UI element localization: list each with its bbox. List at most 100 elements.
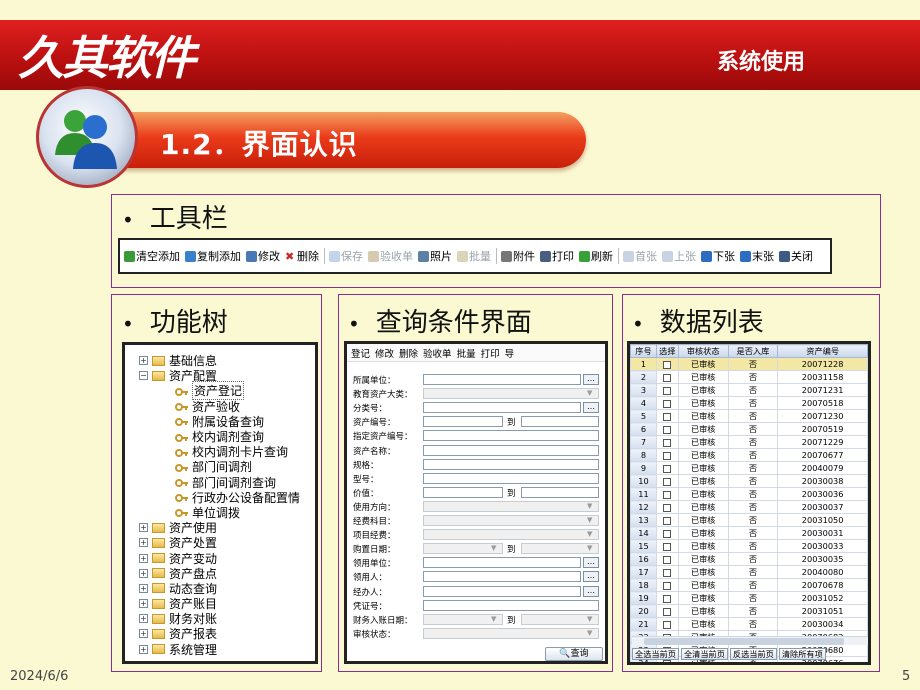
tree-node[interactable]: + 系统管理 [125,642,315,657]
row-checkbox[interactable] [663,568,672,577]
toolbar-save-button[interactable]: 保存 [329,248,363,264]
grid-column-header[interactable]: 选择 [655,344,679,358]
tree-node[interactable]: + 资产处置 [125,535,315,550]
tree-node[interactable]: + 财务对账 [125,611,315,626]
toolbar-print-button[interactable]: 打印 [540,248,574,264]
query-input[interactable] [423,402,581,414]
grid-action-button[interactable]: 全选当前页 [632,648,679,660]
table-row[interactable]: 15 已审核否 20030033 [630,539,868,553]
grid-column-header[interactable]: 审核状态 [677,344,729,358]
row-checkbox[interactable] [663,477,672,486]
table-row[interactable]: 3 已审核否 20071231 [630,383,868,397]
row-checkbox[interactable] [663,425,672,434]
table-row[interactable]: 11 已审核否 20030036 [630,487,868,501]
toolbar-receipt-button[interactable]: 验收单 [368,248,413,264]
lookup-button[interactable]: … [583,402,599,414]
toolbar-edit-button[interactable]: 修改 [246,248,280,264]
toolbar-last-button[interactable]: 末张 [740,248,774,264]
tree-node[interactable]: + 资产报表 [125,626,315,641]
row-checkbox[interactable] [663,373,672,382]
toolbar-first-button[interactable]: 首张 [623,248,657,264]
query-toolbar-button[interactable]: 批量 [457,346,476,360]
expand-icon[interactable]: + [139,583,148,593]
tree-leaf[interactable]: 校内调剂卡片查询 [125,444,315,459]
tree-leaf[interactable]: 部门间调剂 [125,459,315,474]
row-checkbox[interactable] [663,542,672,551]
tree-leaf[interactable]: 部门间调剂查询 [125,475,315,490]
lookup-button[interactable]: … [583,374,599,385]
query-input[interactable] [423,458,599,470]
toolbar-clear-add-button[interactable]: 清空添加 [124,248,180,264]
toolbar-prev-button[interactable]: 上张 [662,248,696,264]
query-input[interactable] [423,627,599,639]
tree-leaf[interactable]: 资产登记 [125,381,315,401]
table-row[interactable]: 8 已审核否 20070677 [630,448,868,462]
table-row[interactable]: 16 已审核否 20030035 [630,552,868,566]
table-row[interactable]: 19 已审核否 20031052 [630,591,868,605]
table-row[interactable]: 5 已审核否 20071230 [630,409,868,423]
grid-action-button[interactable]: 反选当前页 [729,648,777,660]
chevron-down-icon[interactable]: ▼ [587,530,597,539]
table-row[interactable]: 6 已审核否 20070519 [630,422,868,436]
query-input[interactable] [521,486,599,498]
query-input[interactable] [423,585,581,597]
table-row[interactable]: 10 已审核否 20030038 [630,474,868,488]
table-row[interactable]: 17 已审核否 20040080 [630,565,868,579]
row-checkbox[interactable] [663,529,672,538]
tree-leaf[interactable]: 附属设备查询 [125,414,315,429]
row-checkbox[interactable] [663,399,672,408]
query-input[interactable] [423,430,599,442]
horizontal-scrollbar[interactable] [632,636,868,645]
query-input[interactable] [423,500,599,512]
toolbar-close-button[interactable]: 关闭 [779,248,813,264]
grid-action-button[interactable]: 全清当前页 [680,648,728,660]
toolbar-delete-button[interactable]: ✖ 删除 [285,248,319,264]
chevron-down-icon[interactable]: ▼ [491,544,501,553]
tree-node[interactable]: + 动态查询 [125,581,315,596]
query-input[interactable] [423,472,599,484]
grid-column-header[interactable]: 序号 [630,344,657,358]
query-input[interactable] [423,515,599,526]
row-checkbox[interactable] [663,581,672,590]
table-row[interactable]: 9 已审核否 20040079 [630,461,868,475]
lookup-button[interactable]: … [583,585,599,597]
row-checkbox[interactable] [663,607,672,616]
table-row[interactable]: 12 已审核否 20030037 [630,500,868,514]
expand-icon[interactable]: + [139,644,148,654]
expand-icon[interactable]: + [139,614,148,624]
query-input[interactable] [423,416,503,428]
chevron-down-icon[interactable]: ▼ [491,615,501,624]
tree-node[interactable]: + 资产变动 [125,550,315,566]
query-toolbar-button[interactable]: 登记 [351,346,370,360]
query-toolbar-button[interactable]: 验收单 [423,346,452,360]
query-toolbar-button[interactable]: 导 [505,346,515,360]
row-checkbox[interactable] [663,438,672,447]
chevron-down-icon[interactable]: ▼ [587,516,597,525]
toolbar-refresh-button[interactable]: 刷新 [579,248,613,264]
grid-action-button[interactable]: 清除所有项 [778,648,826,660]
row-checkbox[interactable] [663,555,672,564]
toolbar-copy-add-button[interactable]: 复制添加 [185,248,241,264]
query-input[interactable] [423,444,599,456]
table-row[interactable]: 14 已审核否 20030031 [630,526,868,540]
chevron-down-icon[interactable]: ▼ [587,544,597,553]
expand-icon[interactable]: + [139,553,148,563]
tree-leaf[interactable]: 单位调拨 [125,505,315,520]
query-input[interactable] [423,571,581,583]
row-checkbox[interactable] [663,451,672,460]
table-row[interactable]: 21 已审核否 20030034 [630,617,868,631]
table-row[interactable]: 2 已审核否 20031158 [630,370,868,384]
query-input[interactable] [423,486,503,498]
expand-icon[interactable]: + [139,538,148,548]
chevron-down-icon[interactable]: ▼ [587,629,597,638]
query-input[interactable] [423,388,599,400]
row-checkbox[interactable] [663,360,672,369]
row-checkbox[interactable] [663,516,672,525]
expand-icon[interactable]: + [139,356,148,366]
row-checkbox[interactable] [663,386,672,395]
tree-leaf[interactable]: 资产验收 [125,399,315,414]
tree-leaf[interactable]: 校内调剂查询 [125,429,315,444]
table-row[interactable]: 20 已审核否 20031051 [630,604,868,618]
query-input[interactable] [423,557,581,569]
toolbar-photo-button[interactable]: 照片 [418,248,452,264]
